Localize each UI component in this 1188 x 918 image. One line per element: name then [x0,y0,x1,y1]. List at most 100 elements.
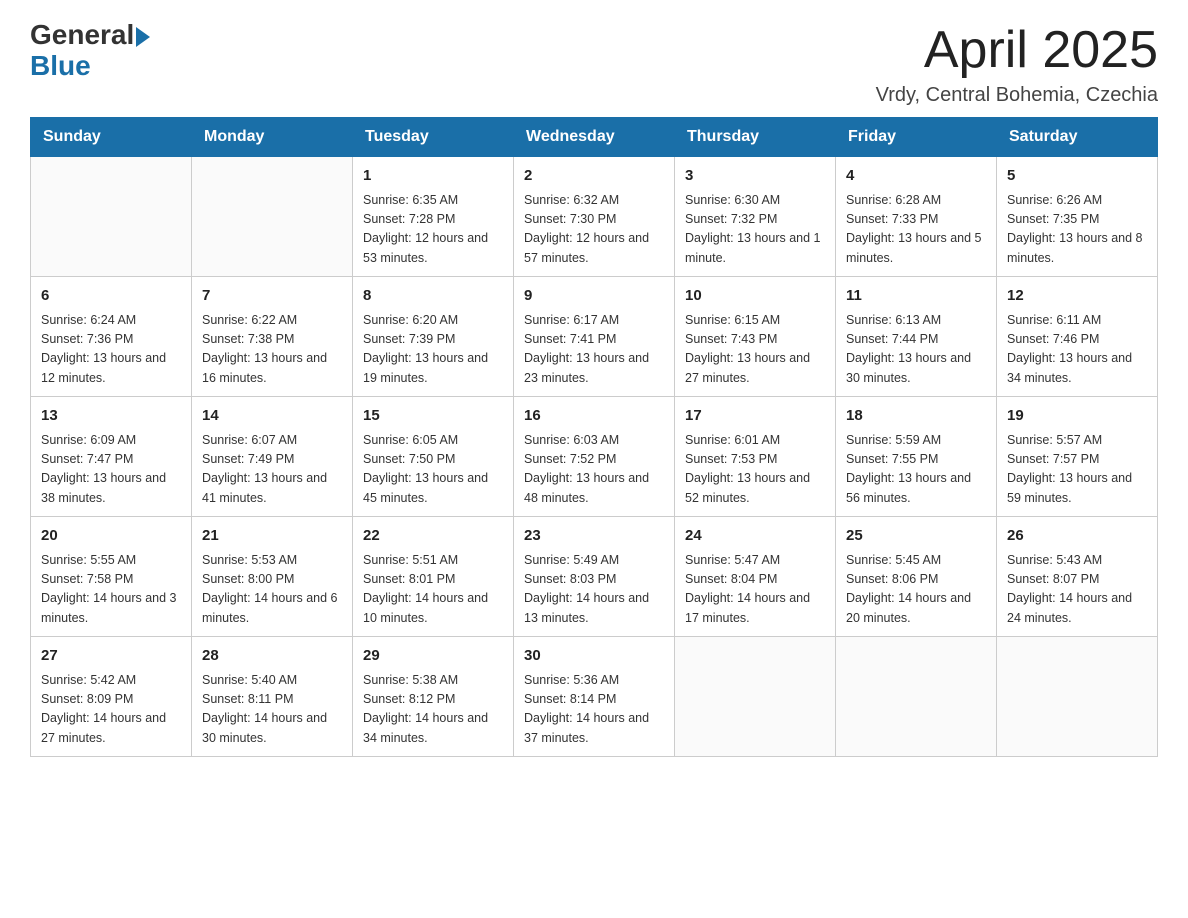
day-info: Sunrise: 6:22 AM Sunset: 7:38 PM Dayligh… [202,311,342,389]
day-info: Sunrise: 5:38 AM Sunset: 8:12 PM Dayligh… [363,671,503,749]
calendar-cell: 27 Sunrise: 5:42 AM Sunset: 8:09 PM Dayli… [31,637,192,757]
calendar-cell: 16 Sunrise: 6:03 AM Sunset: 7:52 PM Dayli… [514,397,675,517]
day-number: 30 [524,645,664,668]
day-info: Sunrise: 6:11 AM Sunset: 7:46 PM Dayligh… [1007,311,1147,389]
calendar-cell: 10 Sunrise: 6:15 AM Sunset: 7:43 PM Dayli… [675,277,836,397]
calendar-cell [192,157,353,277]
day-info: Sunrise: 6:24 AM Sunset: 7:36 PM Dayligh… [41,311,181,389]
calendar-cell: 15 Sunrise: 6:05 AM Sunset: 7:50 PM Dayli… [353,397,514,517]
calendar-cell: 24 Sunrise: 5:47 AM Sunset: 8:04 PM Dayli… [675,517,836,637]
day-info: Sunrise: 6:30 AM Sunset: 7:32 PM Dayligh… [685,191,825,269]
day-number: 12 [1007,285,1147,308]
day-info: Sunrise: 6:13 AM Sunset: 7:44 PM Dayligh… [846,311,986,389]
page-header: General Blue April 2025 Vrdy, Central Bo… [30,20,1158,107]
day-info: Sunrise: 5:51 AM Sunset: 8:01 PM Dayligh… [363,551,503,629]
calendar-cell: 17 Sunrise: 6:01 AM Sunset: 7:53 PM Dayli… [675,397,836,517]
weekday-header-sunday: Sunday [31,118,192,157]
month-title: April 2025 [876,20,1158,80]
calendar-cell: 6 Sunrise: 6:24 AM Sunset: 7:36 PM Daylig… [31,277,192,397]
logo-general: General [30,20,134,51]
day-number: 24 [685,525,825,548]
day-info: Sunrise: 5:40 AM Sunset: 8:11 PM Dayligh… [202,671,342,749]
day-number: 28 [202,645,342,668]
day-info: Sunrise: 5:53 AM Sunset: 8:00 PM Dayligh… [202,551,342,629]
day-number: 14 [202,405,342,428]
day-number: 29 [363,645,503,668]
calendar-cell: 18Sunrise: 5:59 AM Sunset: 7:55 PM Dayli… [836,397,997,517]
calendar-table: SundayMondayTuesdayWednesdayThursdayFrid… [30,117,1158,757]
day-info: Sunrise: 6:01 AM Sunset: 7:53 PM Dayligh… [685,431,825,509]
calendar-cell [997,637,1158,757]
weekday-header-row: SundayMondayTuesdayWednesdayThursdayFrid… [31,118,1158,157]
day-info: Sunrise: 6:20 AM Sunset: 7:39 PM Dayligh… [363,311,503,389]
calendar-cell: 14Sunrise: 6:07 AM Sunset: 7:49 PM Dayli… [192,397,353,517]
day-info: Sunrise: 5:49 AM Sunset: 8:03 PM Dayligh… [524,551,664,629]
day-number: 11 [846,285,986,308]
day-info: Sunrise: 5:57 AM Sunset: 7:57 PM Dayligh… [1007,431,1147,509]
calendar-cell: 12 Sunrise: 6:11 AM Sunset: 7:46 PM Dayli… [997,277,1158,397]
calendar-cell: 2Sunrise: 6:32 AM Sunset: 7:30 PM Daylig… [514,157,675,277]
day-number: 16 [524,405,664,428]
day-info: Sunrise: 6:15 AM Sunset: 7:43 PM Dayligh… [685,311,825,389]
day-number: 10 [685,285,825,308]
logo-blue: Blue [30,51,150,82]
calendar-cell: 26Sunrise: 5:43 AM Sunset: 8:07 PM Dayli… [997,517,1158,637]
calendar-week-row: 20 Sunrise: 5:55 AM Sunset: 7:58 PM Dayli… [31,517,1158,637]
day-info: Sunrise: 6:32 AM Sunset: 7:30 PM Dayligh… [524,191,664,269]
day-info: Sunrise: 5:47 AM Sunset: 8:04 PM Dayligh… [685,551,825,629]
calendar-cell: 9Sunrise: 6:17 AM Sunset: 7:41 PM Daylig… [514,277,675,397]
day-number: 17 [685,405,825,428]
day-info: Sunrise: 6:26 AM Sunset: 7:35 PM Dayligh… [1007,191,1147,269]
calendar-week-row: 27 Sunrise: 5:42 AM Sunset: 8:09 PM Dayli… [31,637,1158,757]
location-subtitle: Vrdy, Central Bohemia, Czechia [876,84,1158,107]
calendar-cell: 5 Sunrise: 6:26 AM Sunset: 7:35 PM Daylig… [997,157,1158,277]
day-number: 6 [41,285,181,308]
calendar-cell: 1Sunrise: 6:35 AM Sunset: 7:28 PM Daylig… [353,157,514,277]
day-number: 23 [524,525,664,548]
day-number: 8 [363,285,503,308]
logo-arrow-icon [136,27,150,47]
day-number: 15 [363,405,503,428]
weekday-header-tuesday: Tuesday [353,118,514,157]
weekday-header-friday: Friday [836,118,997,157]
weekday-header-wednesday: Wednesday [514,118,675,157]
calendar-week-row: 1Sunrise: 6:35 AM Sunset: 7:28 PM Daylig… [31,157,1158,277]
day-number: 27 [41,645,181,668]
logo: General Blue [30,20,150,82]
day-number: 25 [846,525,986,548]
day-number: 3 [685,165,825,188]
calendar-cell: 30 Sunrise: 5:36 AM Sunset: 8:14 PM Dayli… [514,637,675,757]
day-info: Sunrise: 6:05 AM Sunset: 7:50 PM Dayligh… [363,431,503,509]
weekday-header-thursday: Thursday [675,118,836,157]
calendar-cell: 11 Sunrise: 6:13 AM Sunset: 7:44 PM Dayli… [836,277,997,397]
calendar-week-row: 13 Sunrise: 6:09 AM Sunset: 7:47 PM Dayli… [31,397,1158,517]
calendar-cell: 25 Sunrise: 5:45 AM Sunset: 8:06 PM Dayli… [836,517,997,637]
calendar-cell [31,157,192,277]
day-info: Sunrise: 5:45 AM Sunset: 8:06 PM Dayligh… [846,551,986,629]
calendar-cell [675,637,836,757]
calendar-cell: 7Sunrise: 6:22 AM Sunset: 7:38 PM Daylig… [192,277,353,397]
weekday-header-monday: Monday [192,118,353,157]
day-info: Sunrise: 6:03 AM Sunset: 7:52 PM Dayligh… [524,431,664,509]
day-info: Sunrise: 5:42 AM Sunset: 8:09 PM Dayligh… [41,671,181,749]
calendar-cell: 28 Sunrise: 5:40 AM Sunset: 8:11 PM Dayli… [192,637,353,757]
day-info: Sunrise: 5:55 AM Sunset: 7:58 PM Dayligh… [41,551,181,629]
title-area: April 2025 Vrdy, Central Bohemia, Czechi… [876,20,1158,107]
calendar-cell [836,637,997,757]
day-number: 26 [1007,525,1147,548]
day-number: 20 [41,525,181,548]
day-number: 13 [41,405,181,428]
day-number: 19 [1007,405,1147,428]
day-info: Sunrise: 6:35 AM Sunset: 7:28 PM Dayligh… [363,191,503,269]
calendar-cell: 3 Sunrise: 6:30 AM Sunset: 7:32 PM Daylig… [675,157,836,277]
calendar-cell: 4Sunrise: 6:28 AM Sunset: 7:33 PM Daylig… [836,157,997,277]
day-number: 22 [363,525,503,548]
calendar-cell: 23 Sunrise: 5:49 AM Sunset: 8:03 PM Dayli… [514,517,675,637]
day-number: 9 [524,285,664,308]
day-info: Sunrise: 6:09 AM Sunset: 7:47 PM Dayligh… [41,431,181,509]
day-info: Sunrise: 6:28 AM Sunset: 7:33 PM Dayligh… [846,191,986,269]
day-info: Sunrise: 5:36 AM Sunset: 8:14 PM Dayligh… [524,671,664,749]
calendar-cell: 29 Sunrise: 5:38 AM Sunset: 8:12 PM Dayli… [353,637,514,757]
calendar-cell: 19 Sunrise: 5:57 AM Sunset: 7:57 PM Dayli… [997,397,1158,517]
day-number: 5 [1007,165,1147,188]
